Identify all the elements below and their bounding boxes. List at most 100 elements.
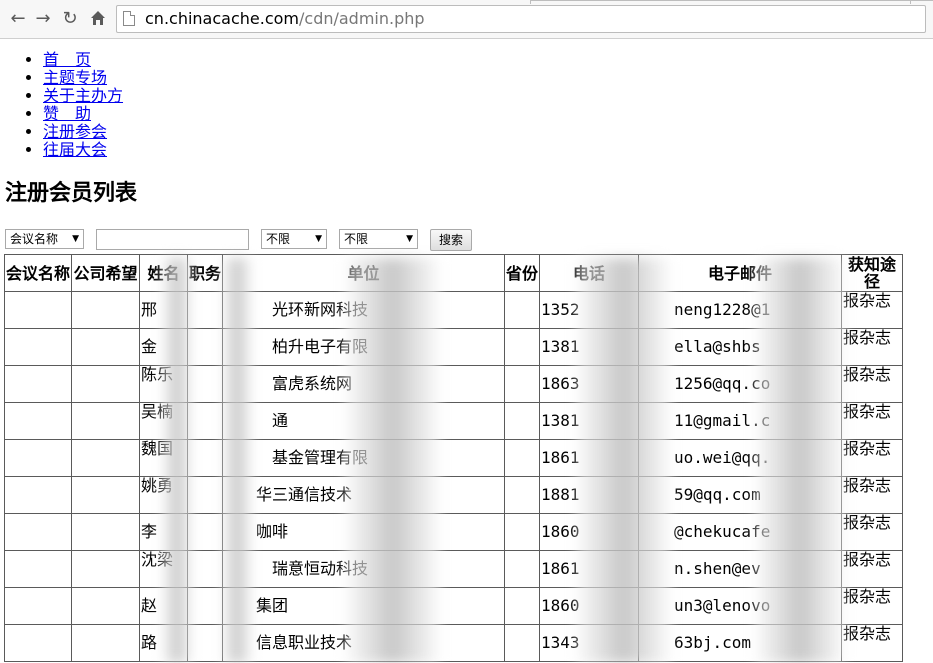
cell-phone: 1863: [539, 365, 639, 403]
cell-name: 李: [139, 513, 188, 551]
main-nav: 首 页 主题专场 关于主办方 赞 助 注册参会 往届大会: [0, 51, 123, 159]
header-company: 单位: [222, 254, 505, 292]
cell-phone: 1861: [539, 550, 639, 588]
cell-email: 11@gmail.c: [638, 402, 842, 440]
table-row: 邢 光环新网科技 1352 neng1228@1 报杂志: [4, 291, 903, 329]
conference-select[interactable]: 会议名称 ▼: [5, 229, 84, 249]
name-text: 李: [141, 522, 158, 541]
chevron-down-icon: ▼: [315, 234, 322, 244]
address-bar[interactable]: cn.chinacache.com/cdn/admin.php: [116, 5, 926, 33]
cell-position: [187, 587, 223, 625]
cell-position: [187, 476, 223, 514]
email-text: 11@gmail.c: [674, 411, 771, 430]
page-icon: [123, 11, 135, 26]
source-text: 报杂志: [843, 439, 892, 458]
cell-province: [504, 513, 540, 551]
reload-icon[interactable]: ↻: [60, 9, 80, 29]
cell-conference: [4, 550, 72, 588]
cell-source: 报杂志: [841, 587, 903, 625]
phone-text: 1381: [541, 337, 580, 356]
cell-email: neng1228@1: [638, 291, 842, 329]
nav-item: 关于主办方: [43, 87, 123, 105]
cell-province: [504, 550, 540, 588]
arrow-right-icon[interactable]: →: [33, 9, 53, 29]
cell-company: 基金管理有限: [222, 439, 505, 477]
phone-text: 1881: [541, 485, 580, 504]
cell-source: 报杂志: [841, 624, 903, 662]
name-text: 魏国: [141, 439, 174, 458]
email-text: n.shen@ev: [674, 559, 761, 578]
cell-company-wish: [71, 291, 140, 329]
email-text: un3@lenovo: [674, 596, 771, 615]
company-text: 咖啡: [256, 522, 289, 541]
cell-source: 报杂志: [841, 439, 903, 477]
cell-phone: 1881: [539, 476, 639, 514]
arrow-left-icon[interactable]: ←: [8, 9, 28, 29]
cell-position: [187, 624, 223, 662]
nav-link-organizer[interactable]: 关于主办方: [43, 86, 123, 105]
source-text: 报杂志: [843, 587, 892, 606]
cell-conference: [4, 587, 72, 625]
name-text: 陈乐: [141, 365, 174, 384]
header-conference: 会议名称: [4, 254, 72, 292]
nav-item: 主题专场: [43, 69, 123, 87]
phone-text: 1352: [541, 300, 580, 319]
cell-company: 咖啡: [222, 513, 505, 551]
company-text: 信息职业技术: [256, 633, 353, 652]
phone-text: 1860: [541, 596, 580, 615]
home-icon[interactable]: [88, 9, 108, 29]
nav-link-sponsor[interactable]: 赞 助: [43, 104, 91, 123]
nav-link-past-events[interactable]: 往届大会: [43, 140, 107, 159]
cell-position: [187, 439, 223, 477]
company-text: 基金管理有限: [272, 448, 369, 467]
filter-select-3[interactable]: 不限 ▼: [339, 229, 418, 249]
header-company-wish: 公司希望: [71, 254, 140, 292]
cell-province: [504, 291, 540, 329]
member-table: 会议名称 公司希望 姓名 职务 单位 省份 电话 电子邮件 获知途径 邢 光环新…: [4, 254, 903, 662]
email-text: ella@shbs: [674, 337, 761, 356]
source-text: 报杂志: [843, 624, 892, 643]
nav-link-topics[interactable]: 主题专场: [43, 68, 107, 87]
cell-company: 瑞意恒动科技: [222, 550, 505, 588]
cell-conference: [4, 402, 72, 440]
nav-link-register[interactable]: 注册参会: [43, 122, 107, 141]
cell-source: 报杂志: [841, 291, 903, 329]
cell-email: 59@qq.com: [638, 476, 842, 514]
url-text[interactable]: cn.chinacache.com/cdn/admin.php: [145, 9, 425, 29]
cell-province: [504, 439, 540, 477]
cell-name: 陈乐: [139, 365, 188, 403]
cell-company-wish: [71, 587, 140, 625]
header-province: 省份: [504, 254, 540, 292]
cell-phone: 1352: [539, 291, 639, 329]
search-button[interactable]: 搜索: [430, 229, 472, 251]
cell-name: 赵: [139, 587, 188, 625]
name-text: 邢: [141, 300, 158, 319]
cell-name: 路: [139, 624, 188, 662]
cell-conference: [4, 328, 72, 366]
cell-province: [504, 328, 540, 366]
cell-source: 报杂志: [841, 550, 903, 588]
phone-text: 1343: [541, 633, 580, 652]
cell-company-wish: [71, 624, 140, 662]
header-phone: 电话: [539, 254, 639, 292]
company-text: 集团: [256, 596, 289, 615]
email-text: neng1228@1: [674, 300, 771, 319]
cell-position: [187, 291, 223, 329]
cell-phone: 1860: [539, 587, 639, 625]
cell-position: [187, 402, 223, 440]
name-text: 吴楠: [141, 402, 174, 421]
filter-select-2[interactable]: 不限 ▼: [261, 229, 327, 249]
cell-position: [187, 550, 223, 588]
cell-conference: [4, 291, 72, 329]
cell-company-wish: [71, 365, 140, 403]
cell-source: 报杂志: [841, 513, 903, 551]
chevron-down-icon: ▼: [72, 234, 79, 244]
email-text: 63bj.com: [674, 633, 752, 652]
header-position: 职务: [187, 254, 223, 292]
cell-source: 报杂志: [841, 402, 903, 440]
source-text: 报杂志: [843, 291, 892, 310]
name-text: 赵: [141, 596, 158, 615]
nav-link-home[interactable]: 首 页: [43, 50, 91, 69]
search-input[interactable]: [96, 229, 249, 250]
cell-conference: [4, 365, 72, 403]
